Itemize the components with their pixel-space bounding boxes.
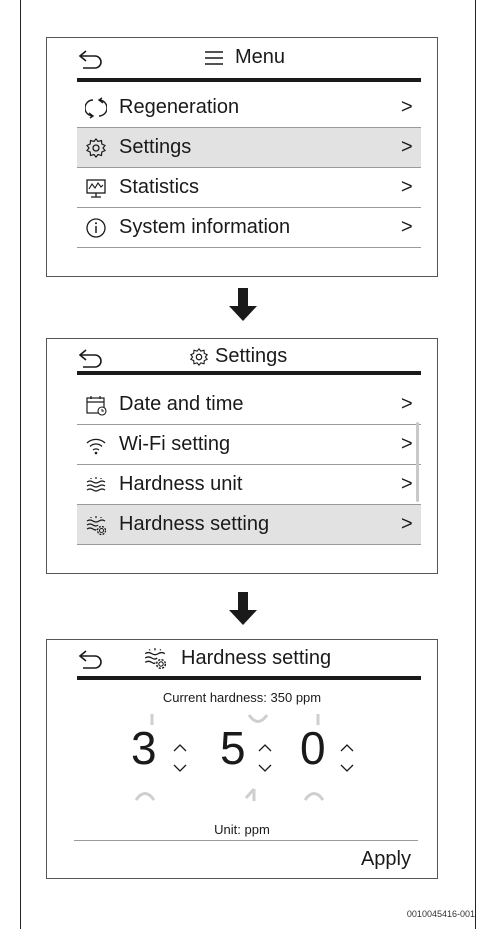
settings-title: Settings [189, 345, 287, 368]
settings-item-hardness-unit[interactable]: Hardness unit > [77, 465, 421, 505]
settings-title-text: Settings [215, 345, 288, 367]
down-arrow-icon [229, 288, 257, 321]
digit-stepper-tens[interactable] [257, 738, 273, 778]
hardness-digit-tens[interactable]: 5 [220, 725, 246, 771]
settings-item-date-and-time[interactable]: Date and time > [77, 385, 421, 425]
chevron-right-icon: > [401, 96, 413, 118]
menu-list: Regeneration > Settings > Statistics > S… [77, 88, 421, 248]
wifi-icon [83, 432, 109, 458]
hardness-digit-units[interactable]: 0 [300, 725, 326, 771]
chevron-down-icon [173, 764, 187, 772]
hamburger-icon [205, 50, 223, 65]
chevron-down-icon [258, 764, 272, 772]
settings-item-label: Wi-Fi setting [119, 433, 231, 455]
statistics-icon [83, 175, 109, 201]
settings-header: Settings [77, 341, 421, 381]
menu-title-text: Menu [235, 46, 286, 68]
settings-item-wifi[interactable]: Wi-Fi setting > [77, 425, 421, 465]
back-icon[interactable] [77, 648, 105, 670]
roller-next-digit [244, 788, 256, 801]
menu-item-system-information[interactable]: System information > [77, 208, 421, 248]
chevron-right-icon: > [401, 393, 413, 415]
unit-label: Unit: ppm [214, 822, 270, 837]
divider [74, 840, 418, 841]
header-rule [77, 676, 421, 680]
menu-item-label: Regeneration [119, 96, 240, 118]
hardness-gear-icon [144, 648, 167, 670]
digit-stepper-units[interactable] [339, 738, 355, 778]
menu-item-label: System information [119, 216, 291, 238]
info-icon [83, 215, 109, 241]
hardness-title: Hardness setting [143, 646, 331, 670]
chevron-right-icon: > [401, 136, 413, 158]
menu-item-label: Settings [119, 136, 192, 158]
header-rule [77, 371, 421, 375]
chevron-right-icon: > [401, 513, 413, 535]
roller-previous-digit [247, 714, 269, 723]
digit-stepper-hundreds[interactable] [172, 738, 188, 778]
settings-item-hardness-setting[interactable]: Hardness setting > [77, 505, 421, 545]
chevron-right-icon: > [401, 216, 413, 238]
roller-next-digit [134, 792, 156, 801]
menu-title: Menu [203, 46, 285, 69]
chevron-down-icon [340, 764, 354, 772]
menu-screen: Menu Regeneration > Settings > Statistic… [46, 37, 438, 277]
chevron-up-icon [173, 744, 187, 752]
menu-header: Menu [77, 42, 421, 82]
roller-next-digit [303, 792, 325, 801]
apply-button[interactable]: Apply [361, 848, 411, 871]
back-icon[interactable] [77, 48, 105, 70]
chevron-right-icon: > [401, 176, 413, 198]
hardness-digit-hundreds[interactable]: 3 [131, 725, 157, 771]
back-icon[interactable] [77, 347, 105, 369]
hardness-title-text: Hardness setting [181, 646, 332, 669]
settings-list: Date and time > Wi-Fi setting > Hardness… [77, 385, 421, 545]
current-hardness-text: Current hardness: 350 ppm [162, 690, 322, 705]
menu-item-statistics[interactable]: Statistics > [77, 168, 421, 208]
hardness-gear-icon [83, 512, 109, 538]
menu-item-settings[interactable]: Settings > [77, 128, 421, 168]
menu-item-regeneration[interactable]: Regeneration > [77, 88, 421, 128]
hardness-icon [83, 472, 109, 498]
down-arrow-icon [229, 592, 257, 625]
gear-icon [83, 135, 109, 161]
menu-item-label: Statistics [119, 176, 200, 198]
settings-screen: Settings Date and time > Wi-Fi setting >… [46, 338, 438, 574]
header-rule [77, 78, 421, 82]
settings-item-label: Hardness setting [119, 513, 270, 535]
chevron-up-icon [258, 744, 272, 752]
chevron-up-icon [340, 744, 354, 752]
regeneration-icon [83, 95, 109, 121]
gear-icon [189, 347, 209, 366]
calendar-clock-icon [83, 392, 109, 418]
settings-item-label: Date and time [119, 393, 244, 415]
scrollbar[interactable] [416, 422, 419, 502]
document-id: 0010045416-001 [406, 909, 475, 919]
settings-item-label: Hardness unit [119, 473, 243, 495]
